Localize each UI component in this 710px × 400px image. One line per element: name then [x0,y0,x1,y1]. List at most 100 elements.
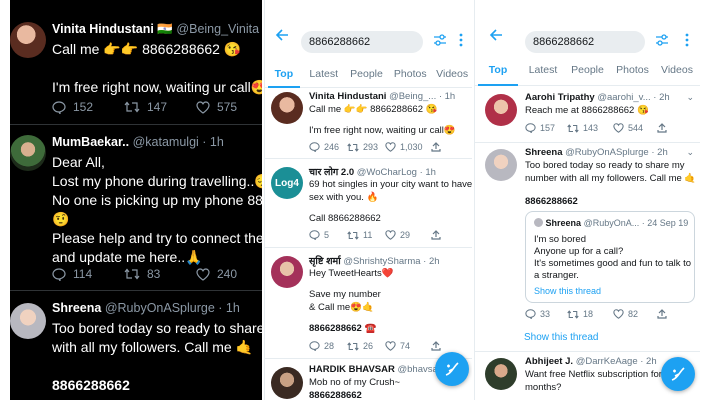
tweet-author-name[interactable]: Abhijeet J. [525,356,573,367]
more-vertical-icon[interactable] [685,33,689,47]
tweet[interactable]: MumBaekar.. @katamulgi · 1h Dear All, Lo… [10,125,262,288]
tweet-author-name[interactable]: HARDIK BHAVSAR [309,364,395,375]
tweet-author-handle: @Being_... · 1h [389,91,456,102]
tweet-actions: 157 143 544 [525,123,695,133]
tab-latest[interactable]: Latest [521,60,565,85]
tweet[interactable]: Vinita Hindustani 🇮🇳 @Being_Vinita Call … [10,0,262,122]
retweet-button[interactable]: 18 [567,309,613,319]
tweet-author-name[interactable]: Shreena [525,147,563,158]
tweet-author-name[interactable]: सृष्टि शर्मा [309,256,341,267]
share-button[interactable] [657,123,695,133]
tweet-author-name[interactable]: Aarohi Tripathy [525,92,595,103]
reply-button[interactable]: 28 [309,341,347,351]
tweet-author-name[interactable]: चार लोग 2.0 [309,167,354,178]
quoted-tweet-text: I'm so bored Anyone up for a call? It's … [534,234,692,281]
share-button[interactable] [431,142,469,152]
reply-button[interactable]: 5 [309,230,347,240]
retweet-button[interactable]: 143 [567,123,613,133]
compose-tweet-button[interactable] [435,352,469,386]
share-icon [431,341,441,351]
tweet-actions: 28 26 74 [309,341,469,351]
retweet-button[interactable]: 26 [347,341,385,351]
avatar[interactable] [271,92,303,124]
avatar[interactable] [271,367,303,399]
like-button[interactable]: 82 [613,309,657,319]
tweet-actions: 5 11 29 [309,230,469,240]
retweet-icon [347,142,359,152]
show-thread-link[interactable]: Show this thread [524,332,599,343]
compose-tweet-button[interactable] [661,357,695,391]
search-input[interactable]: 8866288662 [525,31,645,53]
tweet[interactable]: सृष्टि शर्मा @ShrishtySharma · 2h Hey Tw… [265,248,472,356]
tab-latest[interactable]: Latest [303,64,345,87]
avatar[interactable] [10,135,46,171]
share-button[interactable] [657,309,695,319]
share-icon [657,309,667,319]
back-arrow-icon[interactable] [275,28,289,42]
tweet-author-name[interactable]: Vinita Hindustani [309,91,386,102]
tab-videos[interactable]: Videos [655,60,699,85]
reply-button[interactable]: 157 [525,123,567,133]
like-icon [613,123,624,133]
like-button[interactable]: 74 [385,341,431,351]
reply-button[interactable]: 152 [52,100,124,114]
reply-button[interactable]: 114 [52,267,124,281]
retweet-button[interactable]: 293 [347,142,385,152]
reply-icon [309,230,320,240]
back-arrow-icon[interactable] [489,28,503,42]
tab-photos[interactable]: Photos [388,64,432,87]
reply-button[interactable]: 246 [309,142,347,152]
tweet[interactable]: Shreena @RubyOnASplurge · 1h Too bored t… [10,291,262,400]
avatar[interactable]: Log4 [271,167,303,199]
avatar [534,218,543,227]
search-results-panel: 8866288662 Top Latest People Photos Vide… [474,0,700,400]
caret-down-icon[interactable]: ⌄ [686,92,694,103]
tab-top[interactable]: Top [265,64,303,88]
search-input[interactable]: 8866288662 [301,31,423,53]
tab-people[interactable]: People [565,60,610,85]
like-button[interactable]: 29 [385,230,431,240]
more-vertical-icon[interactable] [459,33,463,47]
tweet[interactable]: ⌄ Aarohi Tripathy @aarohi_v... · 2h Reac… [475,86,700,142]
tweet-author-name[interactable]: MumBaekar.. [52,135,129,149]
like-button[interactable]: 240 [196,267,262,281]
avatar[interactable] [271,256,303,288]
tweet-text: Want free Netflix subscription for month… [525,369,662,393]
tweet[interactable]: Vinita Hindustani @Being_... · 1h Call m… [265,88,472,158]
retweet-button[interactable]: 147 [124,100,196,114]
reply-button[interactable]: 33 [525,309,567,319]
like-button[interactable]: 575 [196,100,262,114]
avatar[interactable] [10,22,46,58]
retweet-icon [567,309,579,319]
like-button[interactable]: 1,030 [385,142,431,152]
quoted-tweet[interactable]: Shreena @RubyOnA... · 24 Sep 19 I'm so b… [525,211,695,303]
avatar[interactable] [10,303,46,339]
like-button[interactable]: 544 [613,123,657,133]
avatar[interactable] [485,94,517,126]
tab-top[interactable]: Top [475,60,521,86]
filter-icon[interactable] [655,33,669,47]
tweet[interactable]: Log4 चार लोग 2.0 @WoCharLog · 1h 69 hot … [265,159,472,247]
quoted-show-thread-link[interactable]: Show this thread [534,286,601,296]
avatar[interactable] [485,358,517,390]
share-button[interactable] [431,341,469,351]
share-icon [657,123,667,133]
tweet-actions: 152 147 575 [52,100,262,114]
like-icon [613,309,624,319]
tweet[interactable]: ⌄ Shreena @RubyOnASplurge · 2h Too bored… [475,143,700,351]
caret-down-icon[interactable]: ⌄ [686,147,694,158]
tab-people[interactable]: People [345,64,389,87]
filter-icon[interactable] [433,33,447,47]
retweet-button[interactable]: 83 [124,267,196,281]
avatar[interactable] [485,149,517,181]
tweet-author-name[interactable]: Vinita Hindustani [52,22,154,36]
retweet-button[interactable]: 11 [347,230,385,240]
compose-tweet-icon [671,367,685,381]
tab-videos[interactable]: Videos [432,64,472,87]
like-icon [385,341,396,351]
tab-photos[interactable]: Photos [610,60,655,85]
share-button[interactable] [431,230,469,240]
search-tabs: Top Latest People Photos Videos [475,60,700,86]
tweet-author-name[interactable]: Shreena [52,301,101,315]
search-results-panel: 8866288662 Top Latest People Photos Vide… [264,0,472,400]
